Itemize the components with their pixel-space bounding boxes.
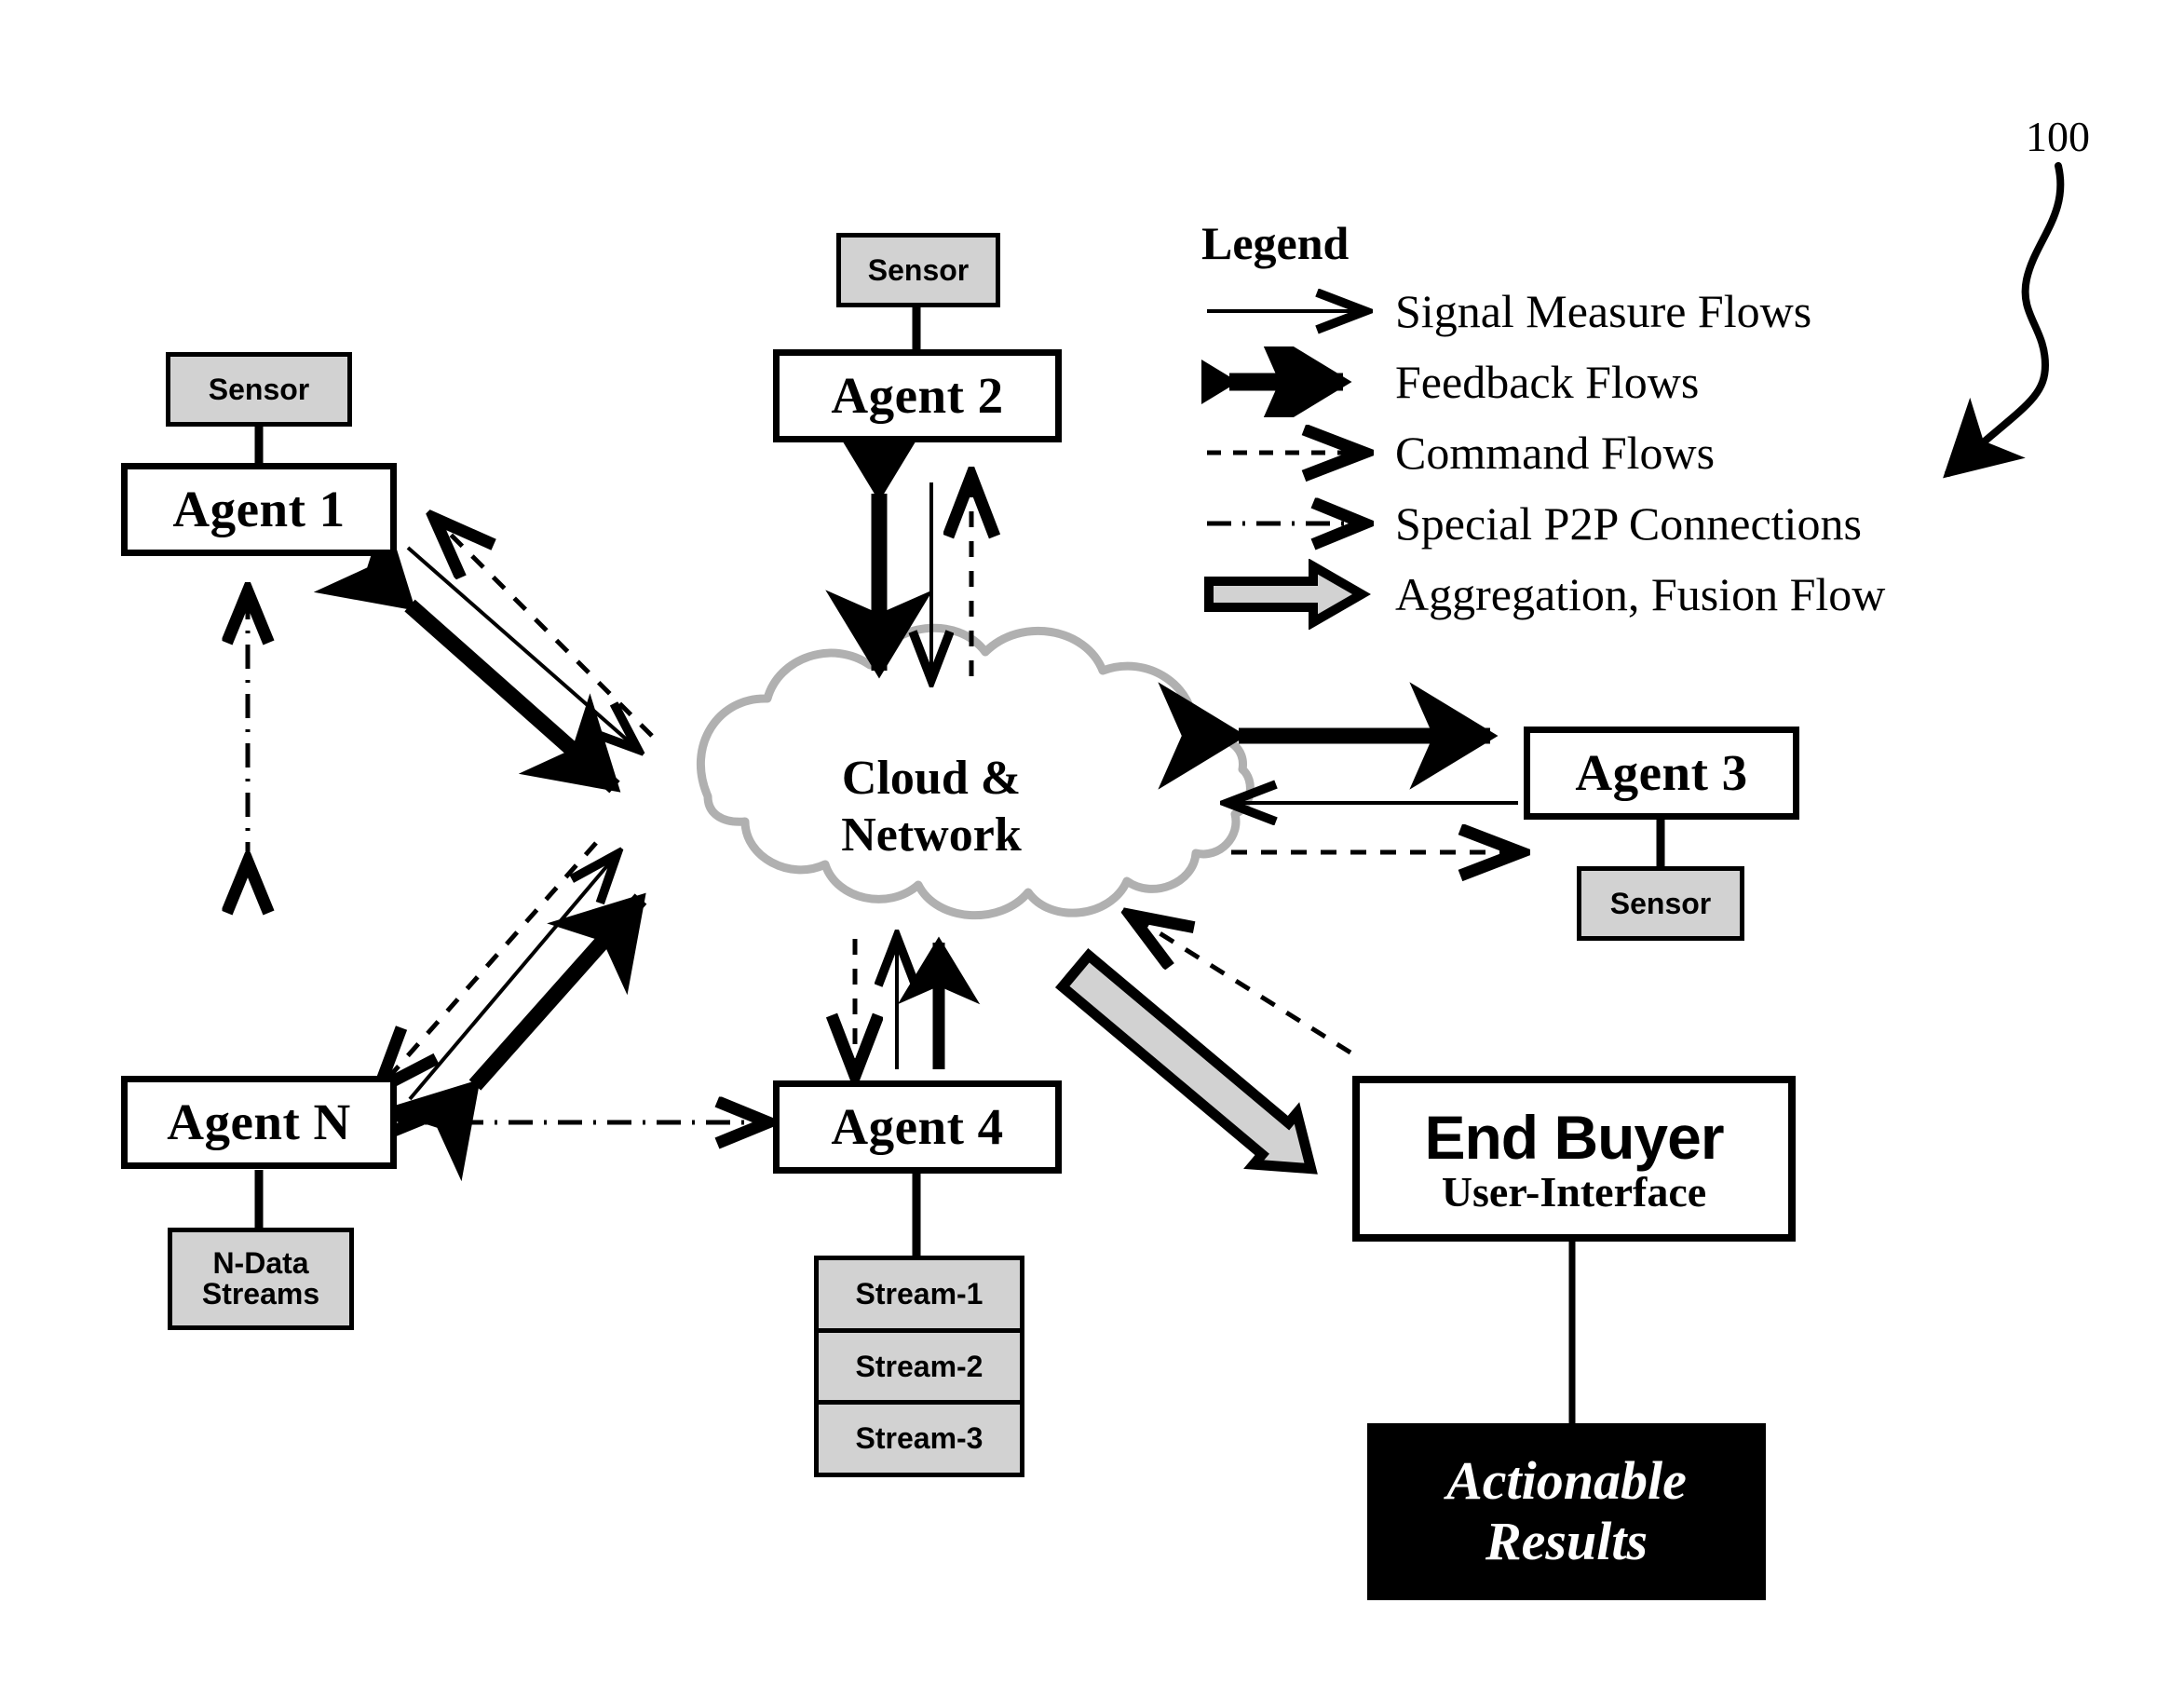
end-buyer-subtitle: User-Interface (1441, 1168, 1707, 1216)
dashdot-arrow-right-icon (1201, 488, 1378, 559)
agent3-label: Agent 3 (1575, 743, 1748, 801)
node-agent-n[interactable]: Agent N (121, 1076, 397, 1169)
n-data-line1: N-Data (212, 1246, 309, 1281)
agent1-label: Agent 1 (172, 480, 346, 537)
node-agent1[interactable]: Agent 1 (121, 463, 397, 556)
node-agent4[interactable]: Agent 4 (773, 1080, 1062, 1174)
legend-label-command-flows: Command Flows (1395, 427, 1716, 479)
legend-row-command-flows: Command Flows (1201, 417, 2021, 488)
sensor-agent3: Sensor (1577, 866, 1744, 941)
stream-row: Stream-1 (819, 1260, 1020, 1333)
node-actionable-results: Actionable Results (1367, 1423, 1766, 1600)
feedback-arrow-agentN (381, 892, 647, 1182)
sensor-agent3-label: Sensor (1609, 886, 1712, 920)
cloud-network-label: Cloud & Network (754, 750, 1108, 864)
legend-title: Legend (1201, 217, 1350, 269)
command-arrow-agent1 (438, 522, 654, 738)
reference-numeral: 100 (2026, 113, 2090, 160)
n-data-streams: N-Data Streams (168, 1228, 354, 1330)
link-agent4-cloud (855, 939, 981, 1071)
results-line2: Results (1485, 1511, 1648, 1571)
sensor-agent2-label: Sensor (867, 252, 970, 287)
stream-1-label: Stream-1 (855, 1276, 983, 1311)
bold-double-arrow-icon (1139, 321, 1378, 442)
legend-label-special-p2p-connections: Special P2P Connections (1395, 497, 1862, 550)
stream-3-label: Stream-3 (855, 1421, 983, 1456)
thin-arrow-right-icon (1201, 276, 1378, 346)
legend-label-signal-measure-flows: Signal Measure Flows (1395, 285, 1812, 337)
agent4-label: Agent 4 (831, 1097, 1004, 1155)
command-arrow-endbuyer (1134, 917, 1352, 1055)
signal-arrow-agentN (408, 857, 615, 1101)
stream-stack: Stream-1 Stream-2 Stream-3 (814, 1256, 1024, 1477)
command-arrow-agentN (382, 841, 598, 1085)
legend-label-aggregation-fusion-flow: Aggregation, Fusion Flow (1395, 568, 1886, 620)
signal-arrow-agent1 (406, 546, 635, 747)
block-arrow-right-icon (1201, 558, 1378, 631)
legend-row-special-p2p-connections: Special P2P Connections (1201, 488, 2021, 559)
cloud-label-line2: Network (841, 808, 1022, 863)
node-agent2[interactable]: Agent 2 (773, 349, 1062, 442)
agent-n-label: Agent N (167, 1093, 351, 1150)
link-agent1-cloud (313, 511, 654, 794)
sensor-agent1: Sensor (166, 352, 352, 427)
stream-row: Stream-3 (819, 1405, 1020, 1473)
cloud-label-line1: Cloud & (841, 752, 1022, 805)
end-buyer-title: End Buyer (1424, 1102, 1724, 1172)
sensor-agent2: Sensor (836, 233, 1000, 307)
agent2-label: Agent 2 (831, 366, 1004, 424)
legend-label-feedback-flows: Feedback Flows (1395, 356, 1700, 408)
sensor-agent1-label: Sensor (208, 372, 310, 406)
results-line1: Actionable (1446, 1450, 1687, 1512)
legend-row-aggregation-fusion-flow: Aggregation, Fusion Flow (1201, 558, 2021, 631)
legend-row-signal-measure-flows: Signal Measure Flows (1201, 276, 2021, 346)
stream-row: Stream-2 (819, 1333, 1020, 1406)
feedback-arrow-agent1 (313, 511, 621, 794)
link-agentN-cloud (381, 841, 647, 1182)
figure-canvas: Sensor Agent 1 Sensor Agent 2 Cloud & Ne… (0, 0, 2184, 1698)
link-agent2-cloud (825, 413, 971, 676)
link-agent3-cloud (1158, 682, 1518, 852)
fusion-block-arrow (1054, 947, 1318, 1175)
legend: Legend Signal Measure Flows Feedback Flo… (1139, 216, 2021, 631)
n-data-line2: Streams (201, 1277, 320, 1311)
dashed-arrow-right-icon (1201, 417, 1378, 488)
node-agent3[interactable]: Agent 3 (1524, 727, 1799, 820)
node-end-buyer[interactable]: End Buyer User-Interface (1352, 1076, 1796, 1242)
legend-row-feedback-flows: Feedback Flows (1139, 321, 2021, 442)
stream-2-label: Stream-2 (855, 1349, 983, 1383)
